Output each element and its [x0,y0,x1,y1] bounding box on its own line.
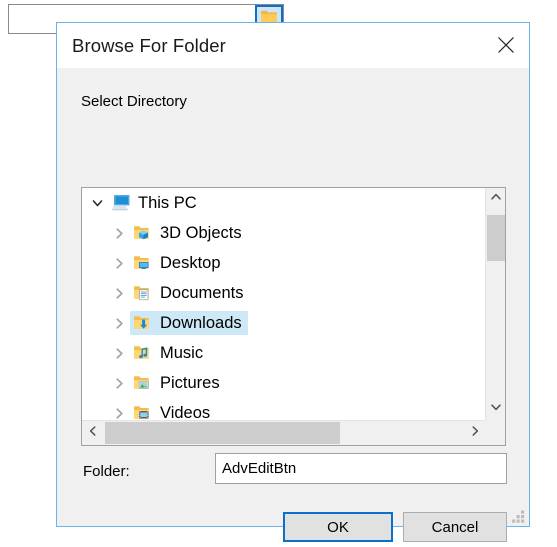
chevron-down-icon[interactable] [86,197,108,210]
folder-input[interactable] [215,453,507,484]
folder-desktop-icon [132,253,154,273]
tree-item-documents[interactable]: Documents [82,278,486,308]
tree-item-desktop[interactable]: Desktop [82,248,486,278]
dialog-body: Select Directory This PC 3D Objects Desk… [57,68,529,542]
chevron-right-icon[interactable] [108,227,130,240]
folder-field-label: Folder: [83,463,130,480]
tree-item-label: Music [160,343,204,362]
this-pc-icon [110,193,132,213]
scroll-right-button[interactable] [464,421,486,445]
tree-item-label: Documents [160,283,244,302]
scroll-left-button[interactable] [82,421,104,445]
chevron-up-icon [490,190,502,208]
directory-tree-panel: This PC 3D Objects Desktop Documents Dow… [81,187,506,446]
chevron-right-icon[interactable] [108,287,130,300]
tree-item-downloads[interactable]: Downloads [82,308,486,338]
tree-item-music[interactable]: Music [82,338,486,368]
tree-item-label: Videos [160,403,211,421]
scrollbar-corner [485,420,505,445]
resize-grip-icon[interactable] [512,509,526,523]
chevron-right-icon[interactable] [108,407,130,420]
directory-tree[interactable]: This PC 3D Objects Desktop Documents Dow… [82,188,486,420]
browse-for-folder-dialog: Browse For Folder Select Directory This … [56,22,530,542]
tree-item-videos[interactable]: Videos [82,398,486,420]
tree-item-this-pc[interactable]: This PC [82,188,486,218]
tree-item-3d-objects[interactable]: 3D Objects [82,218,486,248]
scroll-down-button[interactable] [486,398,505,420]
dialog-title: Browse For Folder [72,34,226,56]
chevron-right-icon[interactable] [108,347,130,360]
chevron-left-icon [87,424,99,442]
chevron-right-icon[interactable] [108,377,130,390]
tree-item-label: Downloads [160,313,242,332]
folder-pictures-icon [132,373,154,393]
folder-videos-icon [132,403,154,420]
tree-item-label: This PC [138,193,197,212]
chevron-right-icon[interactable] [108,257,130,270]
tree-vertical-scrollbar[interactable] [485,188,505,420]
folder-downloads-icon [132,313,154,333]
tree-item-pictures[interactable]: Pictures [82,368,486,398]
chevron-right-icon[interactable] [108,317,130,330]
cancel-button[interactable]: Cancel [403,512,507,542]
tree-item-label: Desktop [160,253,221,272]
tree-item-label: 3D Objects [160,223,242,242]
folder-3d-objects-icon [132,223,154,243]
close-button[interactable] [483,23,529,67]
dialog-title-bar: Browse For Folder [57,23,529,68]
scroll-up-button[interactable] [486,188,505,210]
folder-documents-icon [132,283,154,303]
tree-horizontal-scrollbar-thumb[interactable] [105,422,340,444]
ok-button[interactable]: OK [283,512,393,542]
tree-item-label: Pictures [160,373,220,392]
tree-horizontal-scrollbar[interactable] [82,420,486,445]
tree-vertical-scrollbar-thumb[interactable] [487,215,505,261]
close-icon [497,36,515,54]
folder-music-icon [132,343,154,363]
select-directory-label: Select Directory [81,93,187,110]
chevron-right-icon [469,424,481,442]
chevron-down-icon [490,400,502,418]
